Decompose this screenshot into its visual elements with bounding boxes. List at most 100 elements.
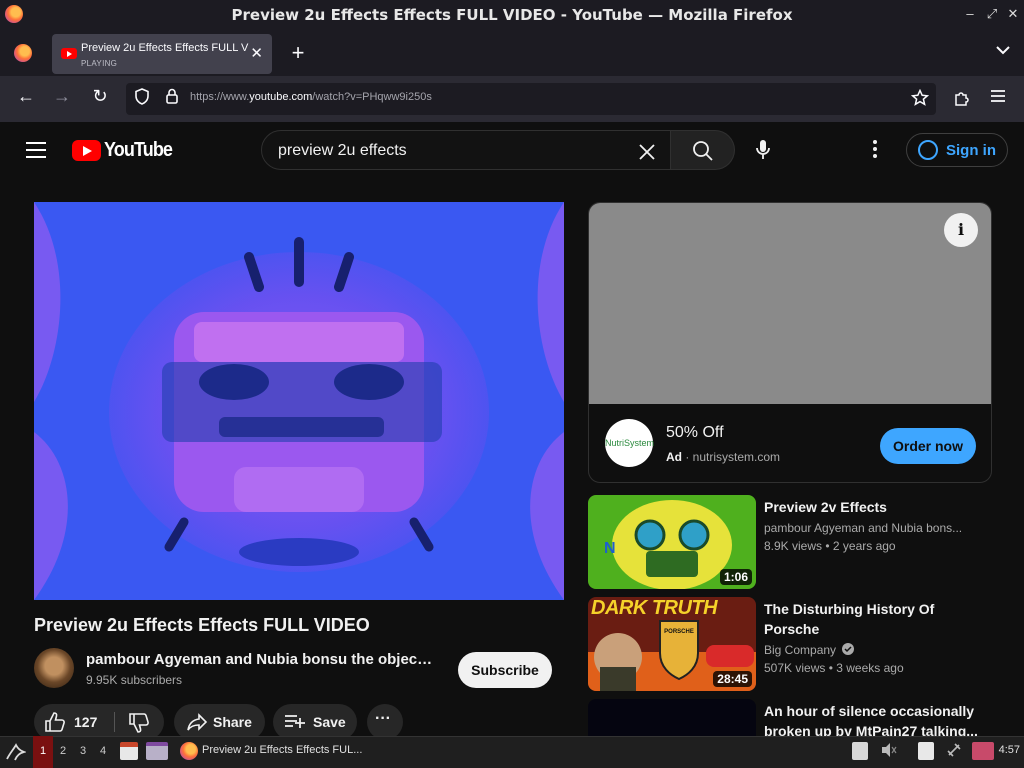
more-icon: ··· <box>375 710 391 727</box>
recommendation-title[interactable]: The Disturbing History Of Porsche <box>764 599 984 639</box>
recommendation-channel[interactable]: Big Company <box>764 643 855 657</box>
youtube-logo[interactable]: YouTube <box>72 139 180 161</box>
youtube-wordmark: YouTube <box>104 138 173 161</box>
voice-search-button[interactable] <box>745 132 781 168</box>
video-title: Preview 2u Effects Effects FULL VIDEO <box>34 615 370 635</box>
network-monitor-icon[interactable] <box>972 742 994 760</box>
chevron-down-icon <box>996 46 1010 55</box>
search-query[interactable]: preview 2u effects <box>278 142 407 160</box>
window-title: Preview 2u Effects Effects FULL VIDEO - … <box>231 6 793 24</box>
clear-search-icon[interactable] <box>638 137 656 167</box>
ad-cta-button[interactable]: Order now <box>880 428 976 464</box>
verified-badge-icon <box>842 643 855 655</box>
new-tab-button[interactable]: + <box>288 40 308 66</box>
tracking-shield-icon[interactable] <box>134 88 150 109</box>
recommendation-title[interactable]: Preview 2v Effects <box>764 497 984 517</box>
list-all-tabs-button[interactable] <box>996 42 1010 58</box>
window-titlebar: Preview 2u Effects Effects FULL VIDEO - … <box>0 0 1024 30</box>
recommendation-title[interactable]: An hour of silence occasionally broken u… <box>764 701 984 736</box>
workspace-4[interactable]: 4 <box>93 736 113 768</box>
workspace-3[interactable]: 3 <box>73 736 93 768</box>
dislike-button[interactable] <box>128 713 150 738</box>
recommendation-item[interactable]: An hour of silence occasionally broken u… <box>588 699 992 736</box>
save-label: Save <box>313 714 346 730</box>
workspace-1[interactable]: 1 <box>33 736 53 768</box>
share-icon <box>187 713 208 731</box>
back-button[interactable]: ← <box>14 86 38 107</box>
tab-youtube[interactable]: Preview 2u Effects Effects FULL VIDEO - … <box>52 34 272 74</box>
video-player[interactable] <box>34 202 564 600</box>
share-button[interactable]: Share <box>174 704 265 740</box>
recommendation-meta: 8.9K views • 2 years ago <box>764 539 896 553</box>
extensions-icon[interactable] <box>953 89 971 111</box>
thumbnail-sub-text: PORSCHE <box>664 629 694 635</box>
thumbs-up-icon <box>45 712 65 732</box>
ad-media[interactable] <box>589 203 991 404</box>
guide-menu-icon[interactable] <box>26 142 46 158</box>
svg-text:N: N <box>604 540 616 557</box>
file-manager-icon[interactable] <box>120 742 138 760</box>
minimize-button[interactable]: – <box>962 6 978 21</box>
like-dislike-group: 127 <box>34 704 164 740</box>
video-thumbnail[interactable] <box>588 699 756 736</box>
sign-in-button[interactable]: Sign in <box>906 133 1008 167</box>
microphone-icon <box>756 140 770 159</box>
close-window-button[interactable]: ✕ <box>1005 6 1021 22</box>
video-thumbnail[interactable]: N 1:06 <box>588 495 756 589</box>
clipboard-icon[interactable] <box>852 742 868 760</box>
start-menu-icon[interactable] <box>4 741 28 768</box>
recommendation-channel[interactable]: pambour Agyeman and Nubia bons... <box>764 521 962 535</box>
taskbar-window-title[interactable]: Preview 2u Effects Effects FUL... <box>202 744 362 756</box>
url-text[interactable]: https://www.youtube.com/watch?v=PHqww9i2… <box>190 91 432 103</box>
youtube-favicon-icon <box>61 48 77 59</box>
duration-badge: 28:45 <box>713 671 752 687</box>
tab-title: Preview 2u Effects Effects FULL VIDEO - … <box>81 42 249 54</box>
duration-badge: 1:06 <box>719 569 752 585</box>
ad-domain: Ad · nutrisystem.com <box>666 450 781 464</box>
youtube-play-icon <box>72 139 101 161</box>
sign-in-label: Sign in <box>946 142 996 159</box>
forward-button[interactable]: → <box>50 86 74 107</box>
channel-avatar[interactable] <box>34 648 74 688</box>
app-menu-icon[interactable] <box>990 89 1006 107</box>
recommendation-item[interactable]: N 1:06 Preview 2v Effects pambour Agyema… <box>588 495 992 589</box>
ad-headline[interactable]: 50% Off <box>666 424 724 442</box>
notes-icon[interactable] <box>918 742 934 760</box>
volume-icon[interactable] <box>880 742 897 760</box>
channel-name[interactable]: pambour Agyeman and Nubia bonsu the obje… <box>86 651 436 668</box>
search-input[interactable]: preview 2u effects <box>261 130 671 170</box>
firefox-view-icon[interactable] <box>14 44 32 62</box>
like-button[interactable] <box>44 712 66 737</box>
power-plug-icon[interactable] <box>946 742 962 760</box>
recommendation-item[interactable]: PORSCHE DARK TRUTH 28:45 The Disturbing … <box>588 597 992 691</box>
like-count: 127 <box>74 714 98 730</box>
tab-close-button[interactable]: ✕ <box>250 44 263 62</box>
lock-icon[interactable] <box>165 88 179 108</box>
url-bar[interactable]: https://www.youtube.com/watch?v=PHqww9i2… <box>126 83 936 115</box>
firefox-task-icon[interactable] <box>180 742 198 760</box>
subscribe-button[interactable]: Subscribe <box>458 652 552 688</box>
window-switcher-icon[interactable] <box>146 742 168 760</box>
thumbs-down-icon <box>129 713 149 733</box>
save-playlist-icon <box>285 715 305 728</box>
maximize-button[interactable]: ⤢ <box>984 6 1000 22</box>
ad-info-icon[interactable]: i <box>944 213 978 247</box>
search-icon <box>693 141 713 161</box>
save-button[interactable]: Save <box>273 704 357 740</box>
search-button[interactable] <box>671 130 735 170</box>
firefox-icon <box>5 5 23 23</box>
bookmark-star-icon[interactable] <box>910 88 930 111</box>
advertiser-logo[interactable]: NutriSystem <box>605 419 654 467</box>
reload-button[interactable]: ↻ <box>88 86 112 107</box>
settings-menu-icon[interactable] <box>872 139 878 165</box>
thumbnail-headline: DARK TRUTH <box>591 597 718 619</box>
recommendation-meta: 507K views • 3 weeks ago <box>764 661 904 675</box>
subscriber-count: 9.95K subscribers <box>86 673 183 687</box>
video-thumbnail[interactable]: PORSCHE DARK TRUTH 28:45 <box>588 597 756 691</box>
tab-status: PLAYING <box>81 59 118 68</box>
workspace-2[interactable]: 2 <box>53 736 73 768</box>
account-icon <box>918 140 938 160</box>
share-label: Share <box>213 714 252 730</box>
more-actions-button[interactable]: ··· <box>367 704 403 740</box>
ad-card[interactable]: i NutriSystem 50% Off Ad · nutrisystem.c… <box>588 202 992 483</box>
